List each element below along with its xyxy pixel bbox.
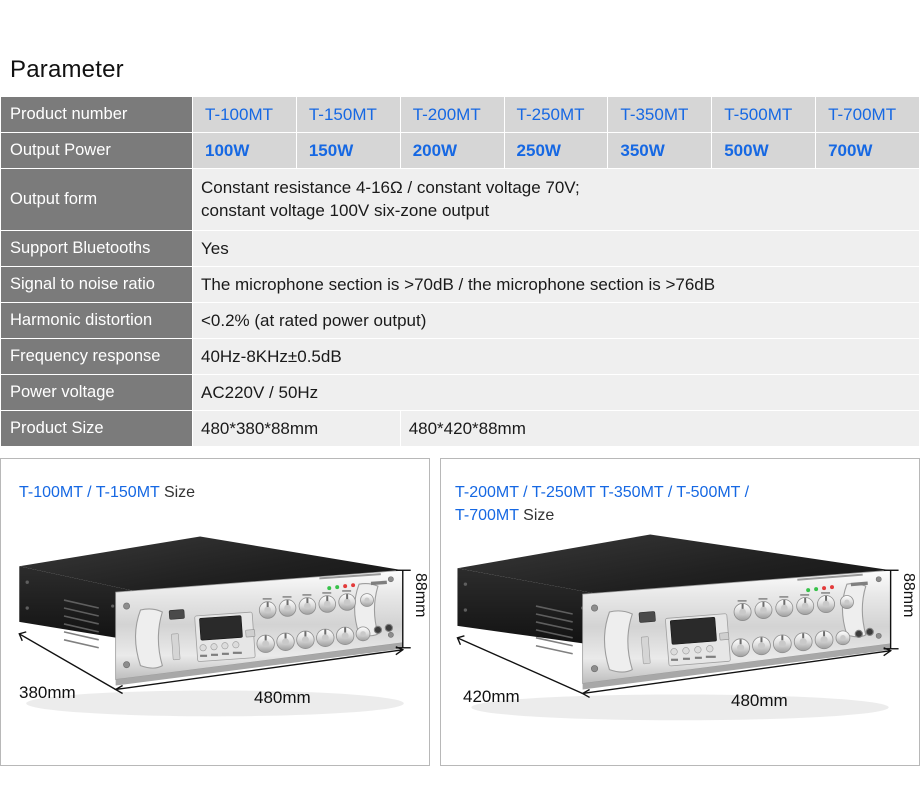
row-label-snr: Signal to noise ratio [0,266,193,303]
cell-model-5: T-350MT [607,96,713,133]
cell-power-6: 500W [711,132,817,169]
cell-model-1: T-100MT [192,96,297,133]
cell-bluetooth-value: Yes [192,230,920,267]
cell-power-5: 350W [607,132,713,169]
cell-power-3: 200W [399,132,505,169]
row-label-output-form: Output form [0,168,193,231]
table-row-product-size: Product Size 480*380*88mm 480*420*88mm [0,410,920,447]
output-form-line-2: constant voltage 100V six-zone output [201,200,490,220]
table-row-harmonic-distortion: Harmonic distortion <0.2% (at rated powe… [0,302,920,339]
output-form-line-1: Constant resistance 4-16Ω / constant vol… [201,177,580,197]
row-label-output-power: Output Power [0,132,193,169]
table-row-power-voltage: Power voltage AC220V / 50Hz [0,374,920,411]
specification-table: Product number T-100MT T-150MT T-200MT T… [0,96,920,447]
dimension-height-left: 88mm [412,573,429,618]
cell-output-form: Constant resistance 4-16Ω / constant vol… [192,168,920,231]
table-row-snr: Signal to noise ratio The microphone sec… [0,266,920,303]
table-row-output-power: Output Power 100W 150W 200W 250W 350W 50… [0,132,920,169]
cell-product-size-b: 480*420*88mm [399,410,920,447]
amplifier-illustration-left [18,536,411,717]
cell-model-2: T-150MT [295,96,401,133]
cell-model-6: T-500MT [711,96,817,133]
cell-product-size-a: 480*380*88mm [192,410,401,447]
cell-power-1: 100W [192,132,297,169]
size-panel-right: T-200MT / T-250MT T-350MT / T-500MT / T-… [440,458,920,766]
cell-power-voltage-value: AC220V / 50Hz [192,374,920,411]
cell-frequency-response-value: 40Hz-8KHz±0.5dB [192,338,920,375]
table-row-product-number: Product number T-100MT T-150MT T-200MT T… [0,96,920,133]
table-row-bluetooth: Support Bluetooths Yes [0,230,920,267]
table-row-frequency-response: Frequency response 40Hz-8KHz±0.5dB [0,338,920,375]
dimension-width-left: 480mm [254,688,311,707]
table-row-output-form: Output form Constant resistance 4-16Ω / … [0,168,920,231]
cell-power-4: 250W [503,132,609,169]
cell-power-7: 700W [815,132,920,169]
row-label-frequency-response: Frequency response [0,338,193,375]
row-label-harmonic-distortion: Harmonic distortion [0,302,193,339]
size-panel-left: T-100MT / T-150MT Size 380mm 480mm 88mm [0,458,430,766]
cell-power-2: 150W [295,132,401,169]
cell-model-3: T-200MT [399,96,505,133]
cell-model-7: T-700MT [815,96,920,133]
row-label-product-size: Product Size [0,410,193,447]
row-label-product-number: Product number [0,96,193,133]
size-panels: T-100MT / T-150MT Size 380mm 480mm 88mm … [0,458,920,768]
amplifier-illustration-right [456,534,899,721]
dimension-depth-left: 380mm [19,683,76,702]
page-title: Parameter [10,56,124,83]
dimension-depth-right: 420mm [463,687,520,706]
product-spec-page: Parameter Product number T-100MT T-150MT… [0,0,920,799]
cell-harmonic-distortion-value: <0.2% (at rated power output) [192,302,920,339]
cell-snr-value: The microphone section is >70dB / the mi… [192,266,920,303]
row-label-bluetooth: Support Bluetooths [0,230,193,267]
dimension-width-right: 480mm [731,691,788,710]
dimension-height-right: 88mm [900,573,917,618]
row-label-power-voltage: Power voltage [0,374,193,411]
cell-model-4: T-250MT [503,96,609,133]
